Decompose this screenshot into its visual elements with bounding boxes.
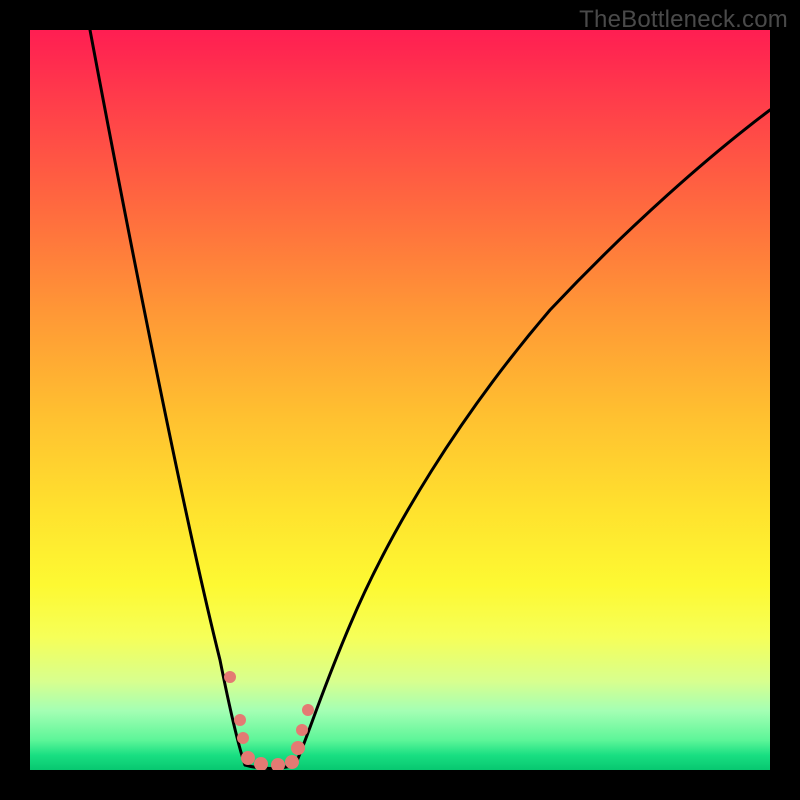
data-marker [237,732,249,744]
data-marker [302,704,314,716]
chart-svg [30,30,770,770]
data-marker [271,758,285,770]
data-marker [241,751,255,765]
curve-left-branch [90,30,245,765]
watermark-text: TheBottleneck.com [579,6,788,34]
data-marker [296,724,308,736]
data-marker [285,755,299,769]
data-marker [254,757,268,770]
data-marker [224,671,236,683]
curve-right-branch [295,110,770,765]
data-marker [234,714,246,726]
outer-frame: TheBottleneck.com [0,0,800,800]
curve-group [90,30,770,769]
data-marker [291,741,305,755]
